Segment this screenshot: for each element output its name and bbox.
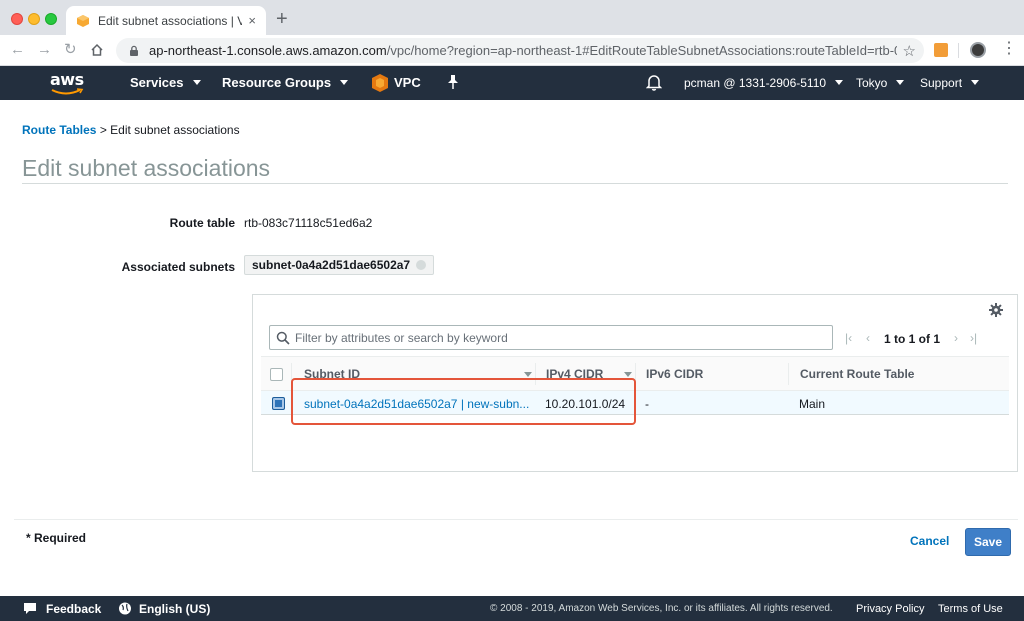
resource-groups-label: Resource Groups <box>222 75 332 90</box>
filter-search-box[interactable] <box>269 325 833 350</box>
chevron-down-icon <box>896 80 905 85</box>
services-menu[interactable]: Services <box>130 75 201 90</box>
url-text: ap-northeast-1.console.aws.amazon.com/vp… <box>149 43 897 58</box>
ipv6-cidr-cell: - <box>645 397 649 411</box>
cancel-button[interactable]: Cancel <box>910 534 949 548</box>
annotation-highlight-box <box>291 378 636 425</box>
save-button[interactable]: Save <box>965 528 1011 556</box>
browser-tab[interactable]: Edit subnet associations | VPC × <box>66 6 266 35</box>
vpc-icon[interactable] <box>372 74 388 92</box>
sort-caret-icon[interactable] <box>524 372 532 377</box>
feedback-icon <box>24 603 36 614</box>
window-close-button[interactable] <box>11 13 23 25</box>
window-zoom-button[interactable] <box>45 13 57 25</box>
breadcrumb: Route Tables > Edit subnet associations <box>22 123 240 137</box>
remove-token-icon[interactable] <box>416 260 427 270</box>
aws-logo-text: aws <box>50 70 84 89</box>
previous-page-icon[interactable]: ‹ <box>866 331 870 345</box>
route-table-label: Route table <box>169 216 235 230</box>
route-table-value: rtb-083c71118c51ed6a2 <box>244 216 373 230</box>
browser-toolbar: ← → ↻ ap-northeast-1.console.aws.amazon.… <box>0 35 1024 66</box>
globe-icon <box>119 602 131 615</box>
account-menu[interactable]: pcman @ 1331-2906-5110 <box>684 76 844 90</box>
browser-menu-icon[interactable]: ⋮ <box>1001 41 1017 57</box>
associated-subnet-token: subnet-0a4a2d51dae6502a7 <box>244 255 435 275</box>
chevron-down-icon <box>340 80 349 85</box>
language-selector[interactable]: English (US) <box>139 602 210 616</box>
window-minimize-button[interactable] <box>28 13 40 25</box>
footer-divider <box>14 519 1018 520</box>
chevron-down-icon <box>971 80 980 85</box>
page-title: Edit subnet associations <box>22 156 1008 184</box>
chevron-down-icon <box>835 80 844 85</box>
account-label: pcman @ 1331-2906-5110 <box>684 76 827 90</box>
home-icon[interactable] <box>90 43 104 57</box>
column-header-ipv6-cidr[interactable]: IPv6 CIDR <box>646 367 703 381</box>
services-label: Services <box>130 75 184 90</box>
region-menu[interactable]: Tokyo <box>856 76 905 90</box>
aws-smile-icon <box>51 88 84 95</box>
next-page-icon[interactable]: › <box>954 331 958 345</box>
select-all-checkbox[interactable] <box>270 368 283 381</box>
toolbar-divider <box>958 43 959 58</box>
star-icon[interactable]: ☆ <box>903 42 916 60</box>
filter-input[interactable] <box>295 330 832 345</box>
column-header-current-route-table[interactable]: Current Route Table <box>800 367 914 381</box>
sort-caret-icon[interactable] <box>624 372 632 377</box>
forward-arrow-icon[interactable]: → <box>37 41 52 59</box>
browser-tab-title: Edit subnet associations | VPC <box>98 13 243 28</box>
gear-icon[interactable] <box>989 303 1003 317</box>
copyright-text: © 2008 - 2019, Amazon Web Services, Inc.… <box>490 603 833 614</box>
extension-icon[interactable] <box>934 43 948 57</box>
url-path: /vpc/home?region=ap-northeast-1#EditRout… <box>386 43 897 58</box>
row-checkbox[interactable] <box>272 397 285 410</box>
support-menu[interactable]: Support <box>920 76 980 90</box>
associated-subnets-label: Associated subnets <box>121 260 235 274</box>
new-tab-button[interactable]: + <box>276 9 288 29</box>
bell-icon[interactable] <box>646 74 662 91</box>
chevron-down-icon <box>192 80 201 85</box>
breadcrumb-route-tables-link[interactable]: Route Tables <box>22 123 96 137</box>
first-page-icon[interactable]: |‹ <box>845 331 852 345</box>
vpc-service-link[interactable]: VPC <box>394 75 421 90</box>
terms-of-use-link[interactable]: Terms of Use <box>938 603 1003 615</box>
tab-close-icon[interactable]: × <box>248 13 256 28</box>
route-table-cell: Main <box>799 397 826 411</box>
aws-favicon-icon <box>77 14 89 27</box>
support-label: Support <box>920 76 963 90</box>
address-bar[interactable]: ap-northeast-1.console.aws.amazon.com/vp… <box>116 38 924 63</box>
associated-subnet-token-label: subnet-0a4a2d51dae6502a7 <box>252 258 411 272</box>
column-divider <box>788 363 789 385</box>
privacy-policy-link[interactable]: Privacy Policy <box>856 603 924 615</box>
pagination-range: 1 to 1 of 1 <box>884 332 941 346</box>
reload-icon[interactable]: ↻ <box>64 41 77 59</box>
last-page-icon[interactable]: ›| <box>970 331 977 345</box>
aws-top-nav: aws Services Resource Groups VPC pcman @… <box>0 66 1024 100</box>
search-icon <box>276 331 290 345</box>
profile-avatar[interactable] <box>970 42 986 58</box>
feedback-link[interactable]: Feedback <box>46 602 101 616</box>
browser-tab-strip: Edit subnet associations | VPC × + <box>0 0 1024 35</box>
region-label: Tokyo <box>856 76 888 90</box>
back-arrow-icon[interactable]: ← <box>10 41 25 59</box>
breadcrumb-current: Edit subnet associations <box>110 123 240 137</box>
console-footer: Feedback English (US) © 2008 - 2019, Ama… <box>0 596 1024 621</box>
breadcrumb-separator: > <box>99 123 107 137</box>
required-note: * Required <box>26 531 87 545</box>
url-host: ap-northeast-1.console.aws.amazon.com <box>149 43 387 58</box>
resource-groups-menu[interactable]: Resource Groups <box>222 75 349 90</box>
lock-icon <box>130 45 138 56</box>
aws-logo[interactable]: aws <box>50 70 86 96</box>
pin-icon[interactable] <box>446 74 460 90</box>
